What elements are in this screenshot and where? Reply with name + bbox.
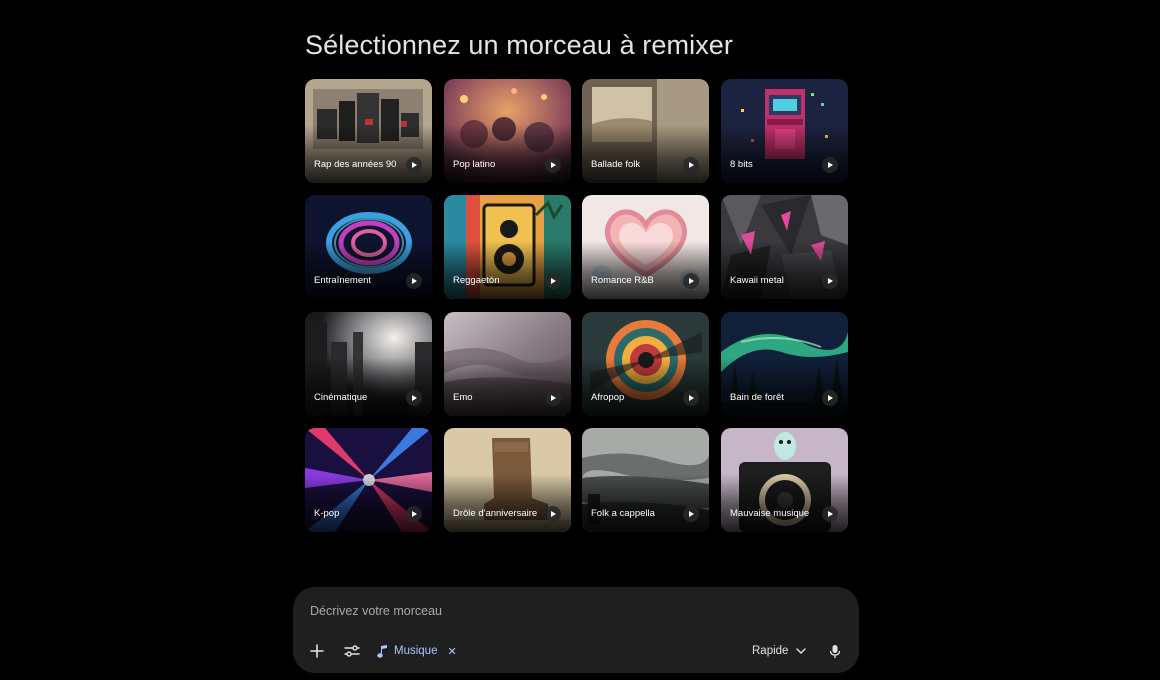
track-label: Drôle d'anniversaire bbox=[453, 508, 538, 519]
play-icon[interactable] bbox=[683, 390, 699, 406]
thumbnail-shade bbox=[582, 125, 709, 183]
track-label: Folk a cappella bbox=[591, 508, 655, 519]
thumbnail-shade bbox=[582, 358, 709, 416]
track-label: Reggaetón bbox=[453, 275, 500, 286]
track-label: Romance R&B bbox=[591, 275, 654, 286]
track-card-afropop[interactable]: Afropop bbox=[582, 312, 709, 416]
play-icon[interactable] bbox=[406, 506, 422, 522]
track-card-emo[interactable]: Emo bbox=[444, 312, 571, 416]
track-card-rnb-romance[interactable]: Romance R&B bbox=[582, 195, 709, 299]
thumbnail-shade bbox=[305, 474, 432, 532]
thumbnail-shade bbox=[444, 125, 571, 183]
track-label: Emo bbox=[453, 392, 473, 403]
microphone-icon[interactable] bbox=[823, 639, 847, 663]
thumbnail-shade bbox=[444, 358, 571, 416]
prompt-input[interactable]: Décrivez votre morceau bbox=[310, 604, 442, 618]
track-card-workout[interactable]: Entraînement bbox=[305, 195, 432, 299]
chip-label: Musique bbox=[394, 645, 438, 657]
track-card-folk-ballad[interactable]: Ballade folk bbox=[582, 79, 709, 183]
play-icon[interactable] bbox=[406, 157, 422, 173]
play-icon[interactable] bbox=[545, 390, 561, 406]
track-card-forest-bath[interactable]: Bain de forêt bbox=[721, 312, 848, 416]
play-icon[interactable] bbox=[683, 157, 699, 173]
play-icon[interactable] bbox=[822, 273, 838, 289]
track-label: Mauvaise musique bbox=[730, 508, 810, 519]
prompt-composer: Décrivez votre morceau Musique ✕ Rapide bbox=[293, 587, 859, 673]
music-tool-chip[interactable]: Musique ✕ bbox=[377, 639, 457, 663]
track-label: Entraînement bbox=[314, 275, 372, 286]
thumbnail-shade bbox=[444, 241, 571, 299]
thumbnail-shade bbox=[305, 125, 432, 183]
track-label: Ballade folk bbox=[591, 159, 641, 170]
mode-label: Rapide bbox=[752, 645, 789, 657]
chevron-down-icon bbox=[796, 648, 807, 654]
close-icon[interactable]: ✕ bbox=[447, 645, 456, 658]
play-icon[interactable] bbox=[683, 506, 699, 522]
thumbnail-shade bbox=[305, 358, 432, 416]
page-title: Sélectionnez un morceau à remixer bbox=[305, 30, 734, 60]
track-label: Bain de forêt bbox=[730, 392, 784, 403]
thumbnail-shade bbox=[721, 241, 848, 299]
track-card-kpop[interactable]: K-pop bbox=[305, 428, 432, 532]
track-card-8-bits[interactable]: 8 bits bbox=[721, 79, 848, 183]
music-note-icon bbox=[377, 644, 387, 658]
track-card-bad-music[interactable]: Mauvaise musique bbox=[721, 428, 848, 532]
track-card-reggaeton[interactable]: Reggaetón bbox=[444, 195, 571, 299]
play-icon[interactable] bbox=[683, 273, 699, 289]
mode-selector[interactable]: Rapide bbox=[752, 639, 807, 663]
track-label: Pop latino bbox=[453, 159, 496, 170]
play-icon[interactable] bbox=[822, 390, 838, 406]
track-label: Afropop bbox=[591, 392, 625, 403]
track-label: Cinématique bbox=[314, 392, 368, 403]
thumbnail-shade bbox=[444, 474, 571, 532]
track-card-funny-birthday[interactable]: Drôle d'anniversaire bbox=[444, 428, 571, 532]
track-card-cinematic[interactable]: Cinématique bbox=[305, 312, 432, 416]
play-icon[interactable] bbox=[545, 506, 561, 522]
plus-icon[interactable] bbox=[305, 639, 329, 663]
play-icon[interactable] bbox=[545, 273, 561, 289]
thumbnail-shade bbox=[582, 241, 709, 299]
track-label: K-pop bbox=[314, 508, 340, 519]
track-label: Rap des années 90 bbox=[314, 159, 397, 170]
play-icon[interactable] bbox=[406, 390, 422, 406]
track-card-rap-90s[interactable]: Rap des années 90 bbox=[305, 79, 432, 183]
thumbnail-shade bbox=[721, 358, 848, 416]
sliders-icon[interactable] bbox=[340, 639, 364, 663]
track-card-folk-acappella[interactable]: Folk a cappella bbox=[582, 428, 709, 532]
play-icon[interactable] bbox=[822, 506, 838, 522]
thumbnail-shade bbox=[305, 241, 432, 299]
thumbnail-shade bbox=[721, 474, 848, 532]
track-label: 8 bits bbox=[730, 159, 753, 170]
play-icon[interactable] bbox=[822, 157, 838, 173]
track-label: Kawaii metal bbox=[730, 275, 784, 286]
track-card-kawaii-metal[interactable]: Kawaii metal bbox=[721, 195, 848, 299]
track-card-latin-pop[interactable]: Pop latino bbox=[444, 79, 571, 183]
play-icon[interactable] bbox=[545, 157, 561, 173]
play-icon[interactable] bbox=[406, 273, 422, 289]
thumbnail-shade bbox=[721, 125, 848, 183]
thumbnail-shade bbox=[582, 474, 709, 532]
track-grid: Rap des années 90 Pop latino Ballade fol… bbox=[305, 79, 848, 533]
